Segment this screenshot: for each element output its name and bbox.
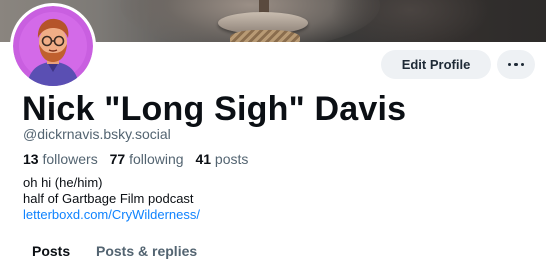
ellipsis-icon bbox=[507, 62, 512, 67]
tab-posts[interactable]: Posts bbox=[32, 243, 70, 259]
avatar-illustration bbox=[13, 6, 93, 86]
bio-link[interactable]: letterboxd.com/CryWilderness/ bbox=[23, 207, 200, 223]
ellipsis-icon bbox=[520, 62, 525, 67]
tab-posts-replies[interactable]: Posts & replies bbox=[96, 243, 197, 259]
edit-profile-button[interactable]: Edit Profile bbox=[381, 50, 491, 79]
posts-stat: 41 posts bbox=[195, 151, 248, 167]
followers-link[interactable]: 13 followers bbox=[23, 151, 98, 167]
profile-bio: oh hi (he/him) half of Gartbage Film pod… bbox=[23, 175, 200, 223]
profile-handle: @dickrnavis.bsky.social bbox=[23, 126, 171, 142]
ellipsis-icon bbox=[514, 62, 518, 67]
display-name: Nick "Long Sigh" Davis bbox=[22, 90, 407, 128]
bio-line: half of Gartbage Film podcast bbox=[23, 191, 194, 206]
following-count: 77 bbox=[109, 151, 126, 167]
posts-label: posts bbox=[214, 151, 249, 167]
banner-shade-dark bbox=[330, 0, 490, 42]
banner-rope bbox=[230, 30, 300, 42]
avatar[interactable] bbox=[10, 3, 96, 89]
followers-count: 13 bbox=[23, 151, 39, 167]
posts-count: 41 bbox=[195, 151, 212, 167]
following-link[interactable]: 77 following bbox=[110, 151, 184, 167]
bio-line: oh hi (he/him) bbox=[23, 175, 103, 190]
following-label: following bbox=[129, 151, 184, 167]
profile-tabs: Posts Posts & replies bbox=[0, 238, 546, 261]
more-options-button[interactable] bbox=[497, 50, 535, 79]
profile-stats: 13 followers 77 following 41 posts bbox=[23, 151, 256, 167]
followers-label: followers bbox=[42, 151, 98, 167]
